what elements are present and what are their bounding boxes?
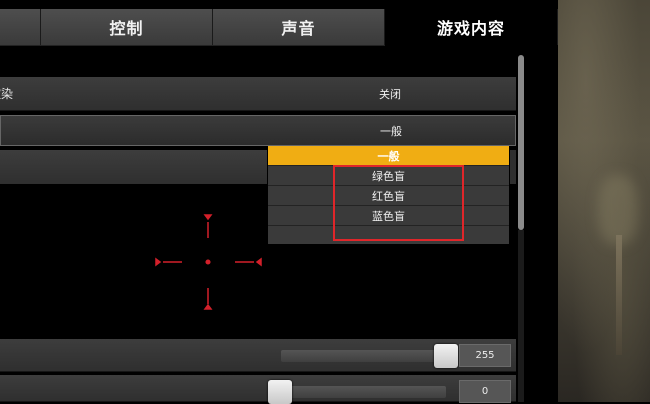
crosshair-right-tip [255,257,262,267]
slider-1-thumb[interactable] [434,344,458,368]
tab-game-content[interactable]: 游戏内容 [385,9,558,45]
slider-2-value[interactable]: 0 [459,380,511,403]
tab-sound[interactable]: 声音 [213,9,385,45]
render-setting-value[interactable]: 关闭 [340,77,440,110]
tab-previous[interactable] [0,9,41,45]
game-background [558,0,650,402]
colorblind-dropdown[interactable]: 一般 [0,115,516,146]
tab-controls[interactable]: 控制 [41,9,213,45]
slider-1-track[interactable] [281,350,447,362]
tab-divider [0,45,385,46]
tab-bar: 控制 声音 游戏内容 [0,9,558,45]
colorblind-dropdown-value[interactable]: 一般 [341,116,441,145]
annotation-highlight-box [333,165,464,241]
background-pole [616,235,622,355]
setting-row-edge [510,150,516,184]
slider-row-1: 255 [0,339,516,372]
dropdown-option-normal[interactable]: 一般 [268,146,509,166]
slider-1-value[interactable]: 255 [459,344,511,367]
setting-row-partial[interactable] [0,150,267,184]
crosshair-center-dot [205,259,211,265]
crosshair-left-tip [155,257,162,267]
settings-panel: 控制 声音 游戏内容 渲染 关闭 一般 一般 绿色盲 红色盲 蓝色盲 [0,0,558,404]
crosshair-top-tip [203,214,213,221]
slider-2-thumb[interactable] [268,380,292,404]
render-setting-label: 渲染 [0,87,14,101]
slider-row-2: 0 [0,375,516,404]
slider-2-track[interactable] [268,386,446,398]
scrollbar-track[interactable] [518,230,524,402]
crosshair-bottom-tip [203,303,213,310]
scrollbar-thumb[interactable] [518,55,524,230]
render-setting-row[interactable]: 渲染 关闭 [0,77,516,111]
